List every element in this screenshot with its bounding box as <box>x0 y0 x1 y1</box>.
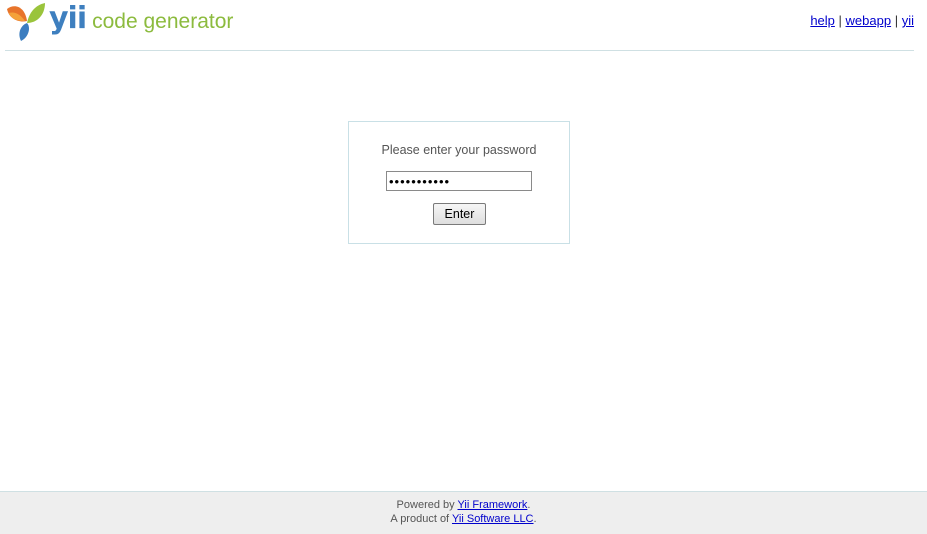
help-link[interactable]: help <box>810 13 835 28</box>
password-prompt: Please enter your password <box>381 143 537 157</box>
enter-button[interactable]: Enter <box>433 203 486 225</box>
webapp-link[interactable]: webapp <box>846 13 892 28</box>
yii-leaf-logo-icon <box>5 1 47 43</box>
footer-powered-suffix: . <box>527 499 531 511</box>
logo-text: code generator <box>92 10 234 33</box>
logo[interactable]: yii code generator <box>5 0 233 44</box>
yii-link[interactable]: yii <box>902 13 914 28</box>
link-separator: | <box>894 13 899 28</box>
footer-product-prefix: A product of <box>390 513 452 525</box>
login-form: Please enter your password Enter <box>348 121 570 244</box>
link-separator: | <box>838 13 842 28</box>
header: yii code generator help | webapp | yii <box>0 0 927 50</box>
yii-framework-link[interactable]: Yii Framework <box>458 499 528 511</box>
footer-product-suffix: . <box>533 513 537 525</box>
footer-powered-line: Powered by Yii Framework. <box>0 499 927 511</box>
logo-mark: yii <box>49 1 87 36</box>
yii-software-link[interactable]: Yii Software LLC <box>452 513 534 525</box>
header-links: help | webapp | yii <box>810 13 914 28</box>
footer: Powered by Yii Framework. A product of Y… <box>0 491 927 534</box>
footer-product-line: A product of Yii Software LLC. <box>0 513 927 525</box>
password-input[interactable] <box>386 171 532 191</box>
footer-powered-prefix: Powered by <box>396 499 458 511</box>
header-divider <box>5 50 914 51</box>
